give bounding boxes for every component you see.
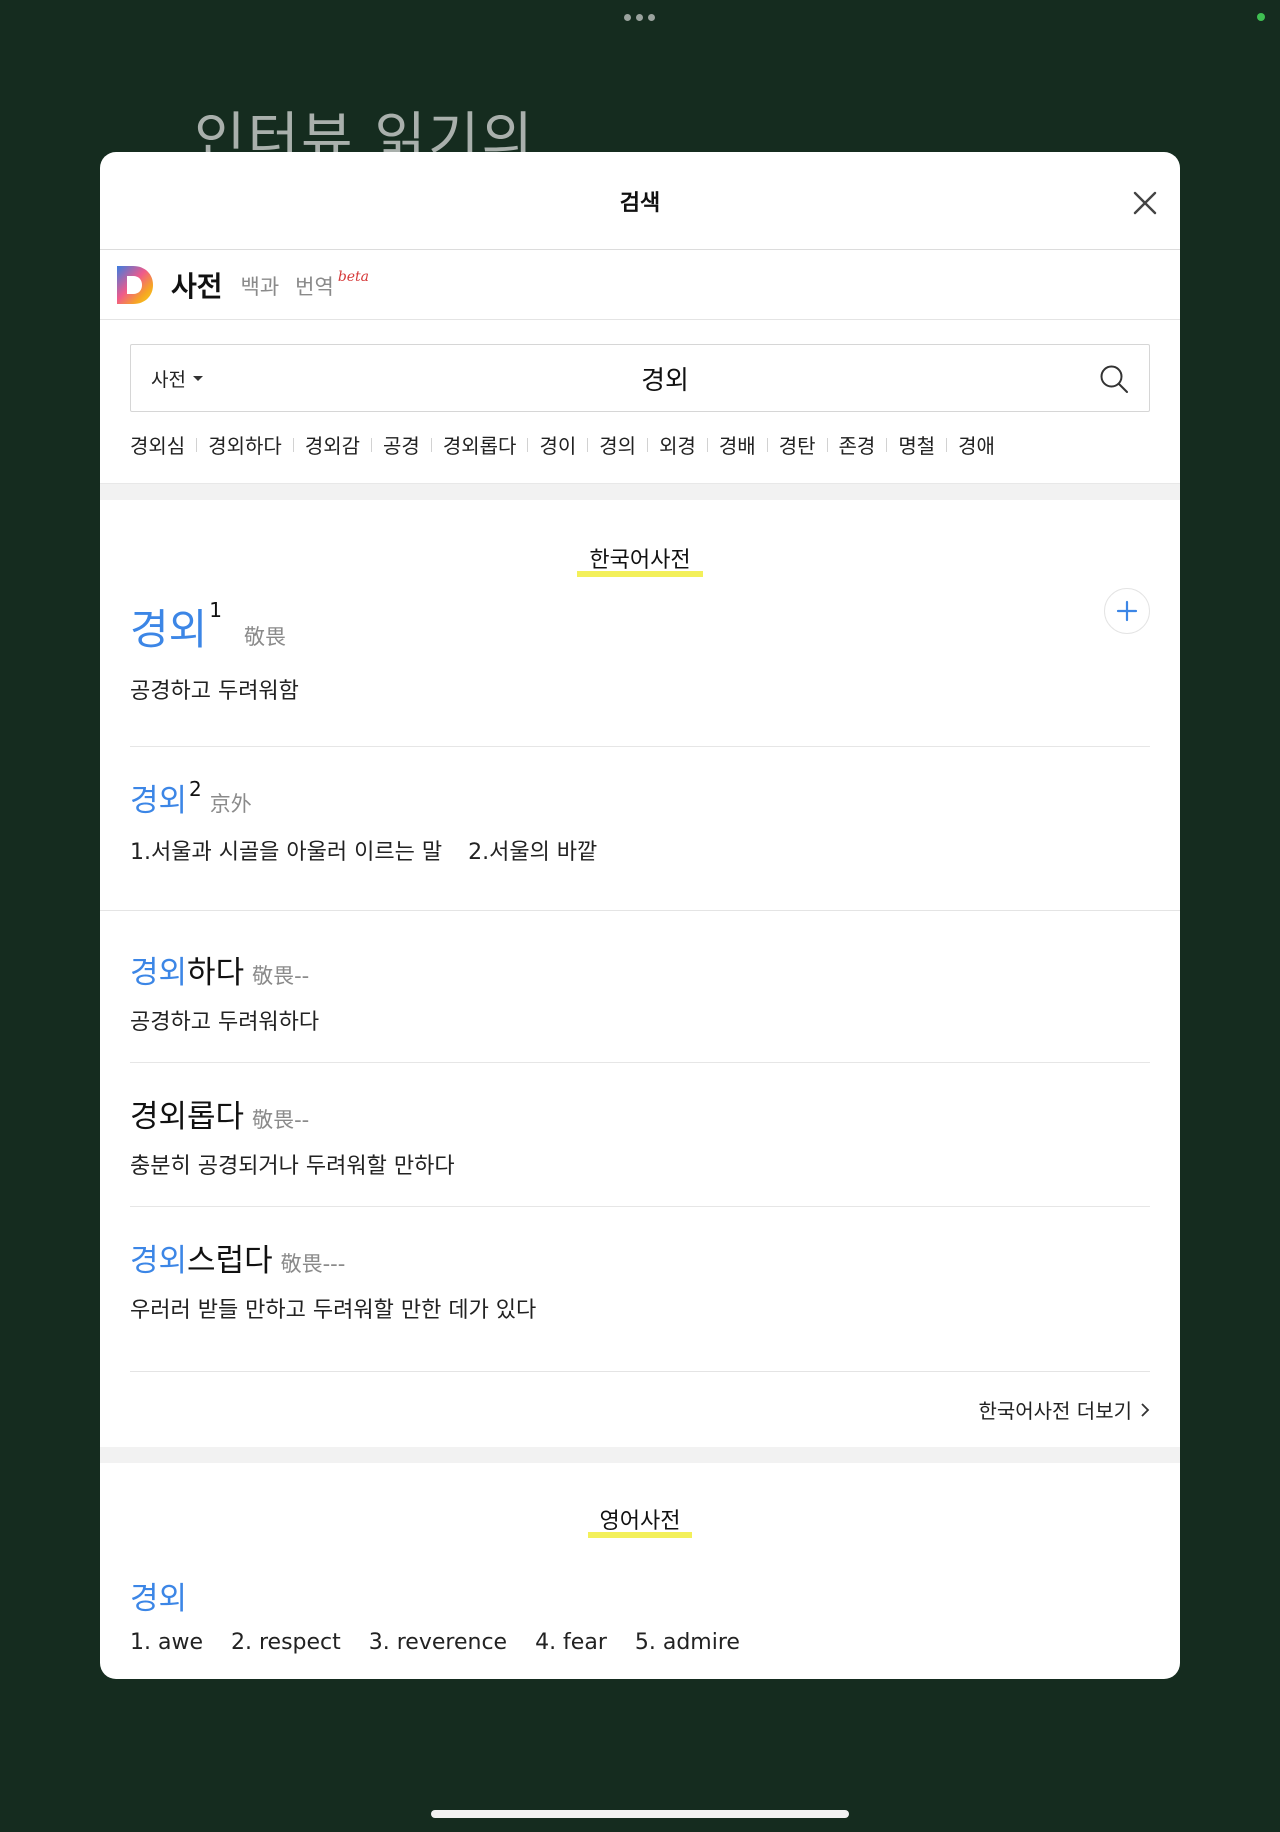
entry-hanja: 敬畏--	[252, 964, 310, 988]
chevron-right-icon	[1141, 1402, 1150, 1417]
section-divider	[100, 484, 1180, 500]
search-box: 사전	[130, 344, 1150, 412]
caret-down-icon	[192, 375, 203, 381]
suggestion-item[interactable]: 존경	[839, 430, 876, 459]
section-title-korean: 한국어사전	[577, 542, 703, 577]
section-title-english: 영어사전	[587, 1503, 693, 1538]
suggestion-item[interactable]: 외경	[659, 430, 696, 459]
suggestion-item[interactable]: 명철	[898, 430, 935, 459]
dict-entry: 경외하다 敬畏-- 공경하고 두려워하다	[130, 911, 1150, 1063]
search-icon[interactable]	[1099, 364, 1129, 394]
english-meaning: 3. reverence	[368, 1630, 508, 1655]
suggestion-item[interactable]: 경외감	[305, 430, 360, 459]
english-meanings: 1. awe 2. respect 3. reverence 4. fear 5…	[130, 1630, 1150, 1655]
entry-hanja: 敬畏	[244, 625, 287, 649]
entry-word[interactable]: 경외롭다	[130, 1099, 244, 1135]
entry-hanja: 敬畏--	[252, 1108, 310, 1132]
dict-entry: 경외 1 敬畏 공경하고 두려워함	[130, 574, 1150, 747]
home-indicator[interactable]	[431, 1810, 849, 1818]
related-suggestions: 경외심 경외하다 경외감 공경 경외롭다 경이 경의 외경 경배 경탄 존경 명…	[130, 430, 1150, 459]
entry-word[interactable]: 경외	[130, 1573, 1150, 1618]
search-input[interactable]	[261, 345, 1069, 411]
suggestion-item[interactable]: 경이	[539, 430, 576, 459]
search-scope-select[interactable]: 사전	[131, 365, 251, 392]
suggestion-item[interactable]: 경애	[958, 430, 995, 459]
section-divider	[100, 1447, 1180, 1463]
modal-header: 검색	[100, 152, 1180, 250]
service-tabs: 사전 백과 번역 beta	[100, 250, 1180, 320]
suggestion-item[interactable]: 경외롭다	[443, 430, 517, 459]
close-button[interactable]	[1130, 188, 1160, 218]
tab-encyclopedia[interactable]: 백과	[241, 271, 280, 301]
entry-homonym-number: 2	[189, 777, 202, 801]
entry-homonym-number: 1	[209, 598, 223, 622]
entry-meaning: 1.서울과 시골을 아울러 이르는 말	[130, 840, 443, 865]
entry-hanja: 京外	[209, 792, 252, 816]
search-scope-label: 사전	[151, 368, 186, 391]
entry-meaning: 충분히 공경되거나 두려워할 만하다	[130, 1154, 455, 1179]
suggestion-item[interactable]: 공경	[383, 430, 420, 459]
entry-word[interactable]: 경외	[130, 605, 207, 654]
dict-entry: 경외 2 京外 1.서울과 시골을 아울러 이르는 말 2.서울의 바깥	[100, 747, 1180, 911]
add-to-wordbook-button[interactable]	[1104, 588, 1150, 634]
entry-meaning: 우러러 받들 만하고 두려워할 만한 데가 있다	[130, 1298, 537, 1323]
suggestion-item[interactable]: 경외심	[130, 430, 185, 459]
dict-entry: 경외롭다 敬畏-- 충분히 공경되거나 두려워할 만하다	[130, 1063, 1150, 1207]
english-meaning: 2. respect	[231, 1630, 341, 1655]
suggestion-item[interactable]: 경배	[719, 430, 756, 459]
suggestion-item[interactable]: 경의	[599, 430, 636, 459]
suggestion-item[interactable]: 경외하다	[208, 430, 282, 459]
more-link-label: 한국어사전 더보기	[978, 1399, 1132, 1423]
entry-meaning: 공경하고 두려워함	[130, 679, 299, 704]
entry-word[interactable]: 경외	[130, 783, 187, 819]
entry-word[interactable]: 경외스럽다	[130, 1243, 273, 1279]
modal-title: 검색	[619, 190, 661, 216]
close-icon	[1133, 191, 1157, 215]
english-meaning: 4. fear	[535, 1630, 607, 1655]
entry-meaning: 공경하고 두려워하다	[130, 1010, 320, 1035]
english-dictionary-section: 영어사전 경외 1. awe 2. respect 3. reverence 4…	[100, 1463, 1180, 1655]
tab-translate[interactable]: 번역	[295, 271, 334, 301]
search-modal: 검색 사전 백과 번역 beta 사전 경외 경외심 경외하다 경외감 공경 경…	[100, 152, 1180, 1679]
suggestion-item[interactable]: 경탄	[779, 430, 816, 459]
daum-dictionary-logo	[117, 265, 153, 304]
tab-dictionary[interactable]: 사전	[171, 265, 223, 305]
entry-meaning: 2.서울의 바깥	[468, 840, 598, 865]
english-meaning: 5. admire	[634, 1630, 740, 1655]
dict-entry: 경외 1. awe 2. respect 3. reverence 4. fea…	[130, 1535, 1150, 1655]
dict-entry: 경외스럽다 敬畏--- 우러러 받들 만하고 두려워할 만한 데가 있다	[130, 1207, 1150, 1371]
entry-hanja: 敬畏---	[280, 1252, 346, 1276]
camera-indicator	[1257, 13, 1265, 21]
korean-dictionary-more-link[interactable]: 한국어사전 더보기	[130, 1371, 1150, 1447]
plus-icon	[1116, 600, 1138, 622]
entry-word[interactable]: 경외하다	[130, 955, 244, 991]
korean-dictionary-section: 한국어사전 경외 1敬畏 공경하고 두려워함 경외 2京外 1.서울과 시골을 아울…	[100, 500, 1180, 1447]
beta-badge: beta	[337, 268, 370, 285]
multitask-dots[interactable]	[624, 14, 655, 21]
search-area: 사전 경외심 경외하다 경외감 공경 경외롭다 경이 경의 외경 경배 경탄 존…	[100, 320, 1180, 484]
english-meaning: 1. awe	[130, 1630, 203, 1655]
